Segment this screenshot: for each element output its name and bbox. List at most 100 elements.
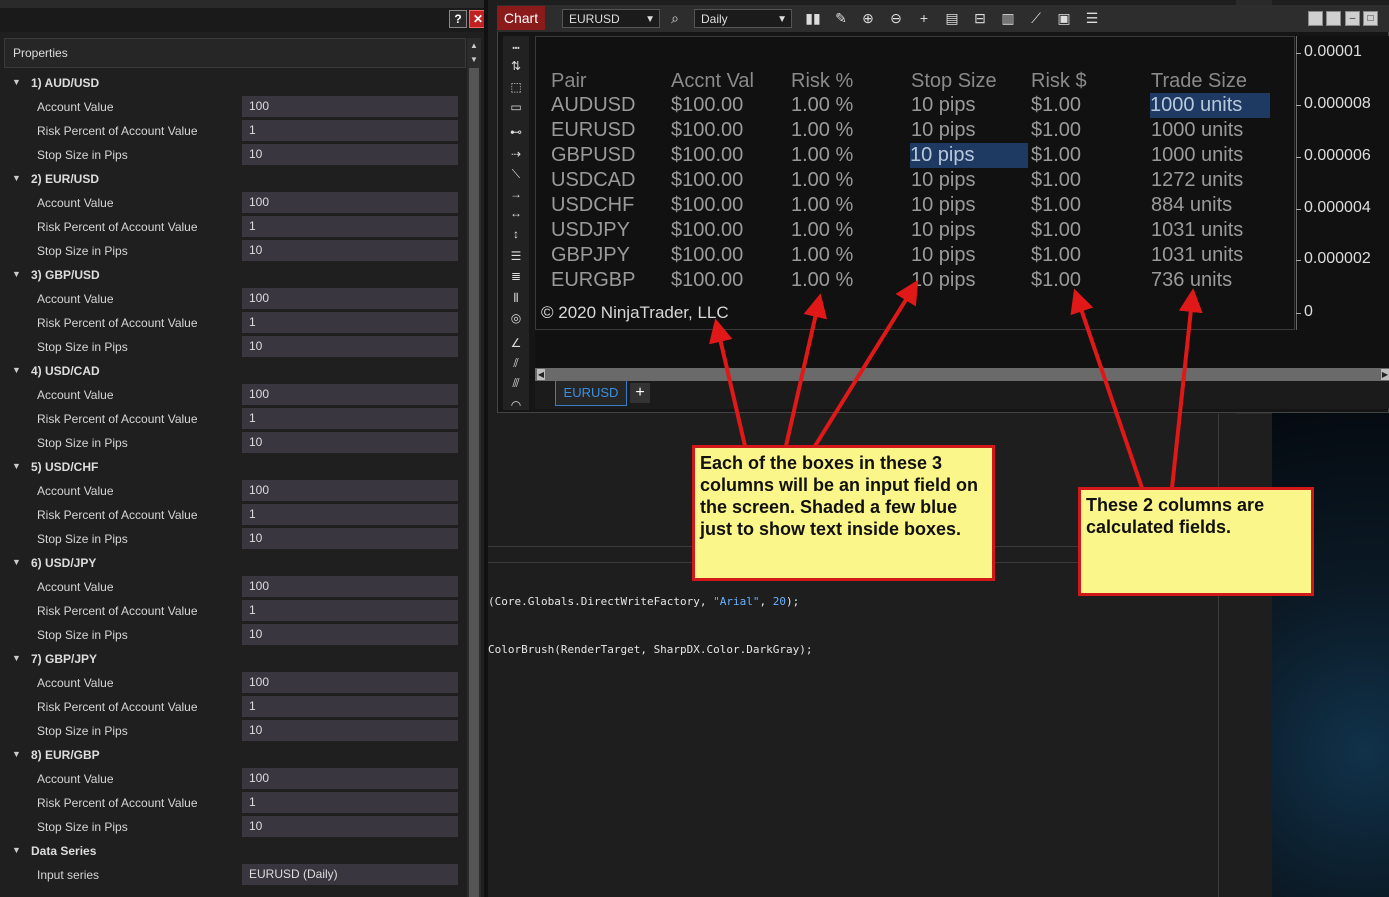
arrow-line-icon[interactable]: → — [505, 186, 527, 202]
strategy-icon[interactable]: ⊟ — [971, 9, 989, 27]
table-input-cell[interactable]: $100.00 — [671, 218, 743, 243]
scroll-down-icon[interactable]: ▼ — [467, 54, 481, 66]
table-input-cell[interactable]: $100.00 — [671, 243, 743, 268]
select-icon[interactable]: ⬚ — [505, 79, 527, 95]
property-value-input[interactable]: 100 — [242, 192, 458, 213]
table-input-cell[interactable]: 1.00 % — [791, 193, 853, 218]
table-input-cell[interactable]: 1.00 % — [791, 118, 853, 143]
property-value-input[interactable]: 1 — [242, 504, 458, 525]
rect-select-icon[interactable]: ▭ — [505, 99, 527, 115]
collapse-arrow-icon[interactable]: ▼ — [12, 653, 21, 663]
property-value-input[interactable]: 100 — [242, 288, 458, 309]
table-input-cell[interactable]: 1.00 % — [791, 143, 853, 168]
property-value-input[interactable]: 10 — [242, 240, 458, 261]
scroll-left-icon[interactable]: ◀ — [537, 369, 545, 380]
collapse-arrow-icon[interactable]: ▼ — [12, 269, 21, 279]
table-input-cell[interactable]: 1.00 % — [791, 243, 853, 268]
ray-icon[interactable]: ⊷ — [505, 124, 527, 140]
window-tile-icon[interactable] — [1326, 11, 1341, 26]
property-value-input[interactable]: 1 — [242, 216, 458, 237]
property-value-input[interactable]: 1 — [242, 792, 458, 813]
collapse-arrow-icon[interactable]: ▼ — [12, 845, 21, 855]
circle-icon[interactable]: ◎ — [505, 310, 527, 326]
window-tile-icon[interactable] — [1308, 11, 1323, 26]
zoom-in-icon[interactable]: ⊕ — [859, 9, 877, 27]
property-group-header[interactable]: ▼ 6) USD/JPY — [0, 551, 465, 575]
property-group-header[interactable]: ▼ 4) USD/CAD — [0, 359, 465, 383]
property-value-input[interactable]: 100 — [242, 384, 458, 405]
table-input-cell[interactable]: $100.00 — [671, 143, 743, 168]
table-input-cell[interactable]: 10 pips — [911, 168, 976, 193]
table-input-cell[interactable]: $100.00 — [671, 268, 743, 293]
table-input-cell[interactable]: 10 pips — [911, 193, 976, 218]
fib-extension-icon[interactable]: ≣ — [505, 268, 527, 284]
property-value-input[interactable]: 1 — [242, 696, 458, 717]
collapse-arrow-icon[interactable]: ▼ — [12, 173, 21, 183]
template-icon[interactable]: ▣ — [1055, 9, 1073, 27]
table-input-cell[interactable]: 10 pips — [911, 93, 976, 118]
bar-chart-icon[interactable]: ▮▮ — [804, 9, 822, 27]
vertical-line-icon[interactable]: ↕ — [505, 226, 527, 242]
table-input-cell[interactable]: 1.00 % — [791, 218, 853, 243]
series-tab[interactable]: EURUSD — [555, 381, 627, 406]
ruler-icon[interactable]: ┅ — [505, 40, 527, 56]
collapse-arrow-icon[interactable]: ▼ — [12, 749, 21, 759]
property-value-input[interactable]: 1 — [242, 312, 458, 333]
property-group-header[interactable]: ▼ 8) EUR/GBP — [0, 743, 465, 767]
property-value-input[interactable]: 100 — [242, 576, 458, 597]
table-input-cell[interactable]: $100.00 — [671, 93, 743, 118]
table-input-cell[interactable]: $100.00 — [671, 118, 743, 143]
extended-line-icon[interactable]: ⇢ — [505, 146, 527, 162]
crosshair-icon[interactable]: + — [915, 9, 933, 27]
table-input-cell[interactable]: $100.00 — [671, 193, 743, 218]
code-line[interactable]: (Core.Globals.DirectWriteFactory, "Arial… — [488, 595, 799, 608]
horizontal-line-icon[interactable]: ↔ — [505, 205, 527, 221]
property-value-input[interactable]: 1 — [242, 120, 458, 141]
property-value-input[interactable]: 10 — [242, 624, 458, 645]
scroll-right-icon[interactable]: ▶ — [1381, 369, 1389, 380]
table-input-cell[interactable]: 1.00 % — [791, 93, 853, 118]
property-value-input[interactable]: 1 — [242, 600, 458, 621]
collapse-arrow-icon[interactable]: ▼ — [12, 77, 21, 87]
property-value-input[interactable]: 10 — [242, 432, 458, 453]
property-value-input[interactable]: 10 — [242, 144, 458, 165]
property-value-input[interactable]: 10 — [242, 528, 458, 549]
property-group-header[interactable]: ▼ 7) GBP/JPY — [0, 647, 465, 671]
pencil-icon[interactable]: ✎ — [832, 9, 850, 27]
list-icon[interactable]: ☰ — [1083, 9, 1101, 27]
table-input-cell[interactable]: $100.00 — [671, 168, 743, 193]
arc-icon[interactable]: ◠ — [505, 397, 527, 413]
parallel-icon[interactable]: ⫻ — [505, 375, 527, 391]
property-value-input[interactable]: 10 — [242, 816, 458, 837]
price-axis[interactable] — [1296, 36, 1389, 330]
collapse-arrow-icon[interactable]: ▼ — [12, 557, 21, 567]
property-group-header[interactable]: ▼ 5) USD/CHF — [0, 455, 465, 479]
gann-icon[interactable]: ∠ — [505, 335, 527, 351]
indicator-icon[interactable]: ▥ — [999, 9, 1017, 27]
table-input-cell[interactable]: 1.00 % — [791, 168, 853, 193]
property-group-header[interactable]: ▼ 1) AUD/USD — [0, 71, 465, 95]
period-select[interactable]: Daily ▼ — [694, 9, 792, 28]
trend-line-icon[interactable]: ⟍ — [505, 166, 527, 182]
add-tab-button[interactable]: + — [630, 383, 650, 403]
collapse-arrow-icon[interactable]: ▼ — [12, 365, 21, 375]
instrument-select[interactable]: EURUSD ▼ — [562, 9, 660, 28]
line-icon[interactable]: ⟋ — [1027, 9, 1045, 27]
zoom-out-icon[interactable]: ⊖ — [887, 9, 905, 27]
property-value-input[interactable]: 100 — [242, 96, 458, 117]
collapse-arrow-icon[interactable]: ▼ — [12, 461, 21, 471]
input-series-field[interactable]: EURUSD (Daily) — [242, 864, 458, 885]
maximize-icon[interactable]: □ — [1363, 11, 1378, 26]
chart-scrollbar[interactable] — [535, 368, 1389, 381]
property-group-header[interactable]: ▼ 3) GBP/USD — [0, 263, 465, 287]
property-value-input[interactable]: 10 — [242, 336, 458, 357]
scroll-thumb[interactable] — [469, 68, 479, 897]
table-input-cell[interactable]: 10 pips — [911, 268, 976, 293]
property-group-header[interactable]: ▼ 2) EUR/USD — [0, 167, 465, 191]
minimize-icon[interactable]: – — [1345, 11, 1360, 26]
property-value-input[interactable]: 10 — [242, 720, 458, 741]
scroll-up-icon[interactable]: ▲ — [467, 40, 481, 52]
chart-tab[interactable]: Chart — [497, 6, 545, 30]
property-value-input[interactable]: 100 — [242, 672, 458, 693]
table-input-cell[interactable]: 10 pips — [911, 118, 976, 143]
